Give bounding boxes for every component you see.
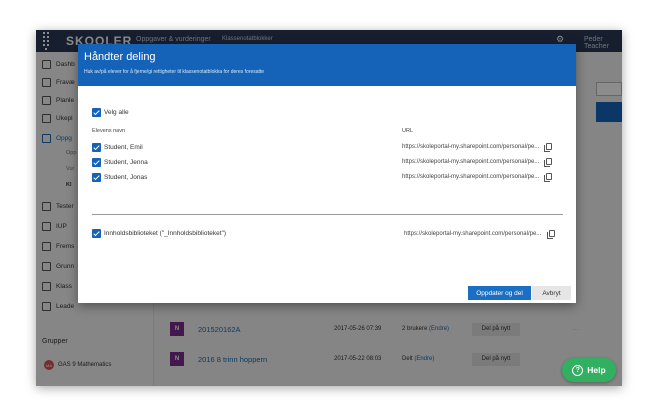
student-url: https://skoleportal-my.sharepoint.com/pe… bbox=[402, 144, 540, 150]
dialog-header: Håndter deling Huk av/på elever for å fj… bbox=[78, 44, 576, 86]
checkbox-checked-icon[interactable] bbox=[92, 108, 101, 117]
manage-sharing-dialog: Håndter deling Huk av/på elever for å fj… bbox=[78, 44, 576, 303]
cancel-button[interactable]: Avbryt bbox=[532, 286, 571, 300]
column-header-url: URL bbox=[402, 128, 414, 134]
dialog-title: Håndter deling bbox=[84, 51, 156, 63]
app-window: SKOOLER Oppgaver & vurderinger Klassenot… bbox=[36, 30, 622, 386]
checkbox-checked-icon[interactable] bbox=[92, 229, 101, 238]
select-all-checkbox[interactable]: Velg alle bbox=[92, 108, 129, 117]
checkbox-checked-icon[interactable] bbox=[92, 143, 101, 152]
student-name: Student, Jenna bbox=[104, 159, 148, 166]
checkbox-checked-icon[interactable] bbox=[92, 158, 101, 167]
copy-icon[interactable] bbox=[544, 173, 552, 182]
update-and-share-button[interactable]: Oppdater og del bbox=[468, 286, 531, 300]
library-checkbox[interactable]: Innholdsbiblioteket ("_Innholdsbibliotek… bbox=[92, 229, 226, 238]
select-all-label: Velg alle bbox=[104, 109, 129, 116]
copy-icon[interactable] bbox=[544, 143, 552, 152]
copy-icon[interactable] bbox=[544, 158, 552, 167]
student-name: Student, Emil bbox=[104, 144, 143, 151]
student-url: https://skoleportal-my.sharepoint.com/pe… bbox=[402, 174, 540, 180]
divider bbox=[92, 214, 563, 215]
question-icon: ? bbox=[572, 364, 584, 376]
student-checkbox[interactable]: Student, Emil bbox=[92, 143, 143, 152]
student-checkbox[interactable]: Student, Jonas bbox=[92, 173, 147, 182]
library-name: Innholdsbiblioteket ("_Innholdsbibliotek… bbox=[104, 230, 227, 237]
dialog-subtitle: Huk av/på elever for å fjerne/gi rettigh… bbox=[84, 69, 265, 75]
copy-icon[interactable] bbox=[547, 230, 555, 239]
student-name: Student, Jonas bbox=[104, 174, 148, 181]
student-url: https://skoleportal-my.sharepoint.com/pe… bbox=[402, 159, 540, 165]
checkbox-checked-icon[interactable] bbox=[92, 173, 101, 182]
help-button[interactable]: ? Help bbox=[562, 358, 616, 382]
help-label: Help bbox=[587, 365, 606, 375]
library-url: https://skoleportal-my.sharepoint.com/pe… bbox=[404, 231, 542, 237]
student-checkbox[interactable]: Student, Jenna bbox=[92, 158, 148, 167]
column-header-name: Elevens navn bbox=[92, 128, 126, 134]
